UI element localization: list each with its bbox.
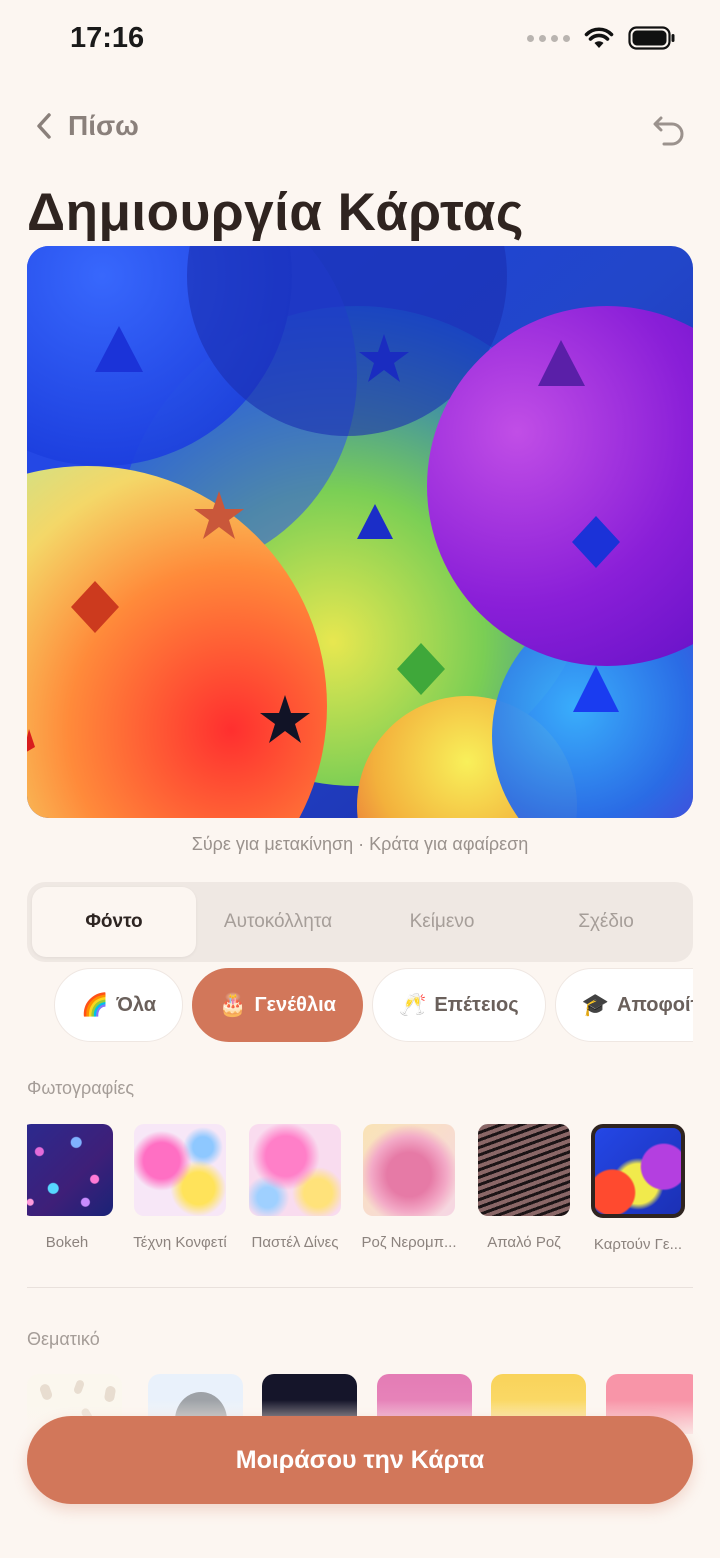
photo-thumbnail [249,1124,341,1216]
editor-tabs: Φόντο Αυτοκόλλητα Κείμενο Σχέδιο [27,882,693,962]
chip-all[interactable]: 🌈 Όλα [54,968,184,1042]
photo-item-cartoon-birthday[interactable]: Καρτούν Γε... [588,1124,688,1253]
navigation-bar: Πίσω [0,100,720,160]
photo-thumbnail [27,1124,113,1216]
photo-item-pink-watercolor[interactable]: Ροζ Νερομπ... [359,1124,459,1251]
canvas-hint: Σύρε για μετακίνηση · Κράτα για αφαίρεση [191,834,529,854]
photo-label: Καρτούν Γε... [593,1236,683,1253]
chip-label: Γενέθλια [254,993,336,1016]
battery-icon [628,26,675,50]
chip-label: Όλα [116,993,157,1016]
status-time: 17:16 [70,22,145,54]
status-icons [527,26,676,50]
photo-label: Bokeh [45,1234,89,1251]
photo-item-bokeh[interactable]: Bokeh [27,1124,117,1251]
rainbow-icon: 🌈 [81,992,109,1017]
champagne-glasses-icon: 🥂 [398,992,427,1017]
photo-label: Ροζ Νερομπ... [361,1234,457,1251]
photos-section-label: Φωτογραφίες [27,1078,135,1098]
section-divider [27,1287,693,1288]
themes-section-label: Θεματικό [27,1329,100,1349]
back-label: Πίσω [68,110,139,141]
photo-label: Παστέλ Δίνες [251,1234,339,1251]
tab-stickers[interactable]: Αυτοκόλλητα [196,887,360,957]
chevron-left-icon [37,113,51,139]
photo-item-confetti-art[interactable]: Τέχνη Κονφετί [130,1124,230,1251]
chip-label: Αποφοίτηση [617,993,693,1016]
photo-item-soft-pink[interactable]: Απαλό Ροζ [474,1124,574,1251]
back-button[interactable]: Πίσω [34,110,139,142]
cellular-signal-icon [527,34,570,42]
photo-backgrounds-list: Bokeh Τέχνη Κονφετί Παστέλ Δίνες Ροζ Νερ… [27,1124,693,1264]
photo-thumbnail [591,1124,685,1218]
undo-button[interactable] [652,114,686,151]
birthday-cake-icon: 🎂 [219,992,247,1017]
photo-label: Απαλό Ροζ [487,1234,561,1251]
chip-birthday[interactable]: 🎂 Γενέθλια [192,968,363,1042]
tab-text[interactable]: Κείμενο [360,887,524,957]
category-chips: 🌈 Όλα 🎂 Γενέθλια 🥂 Επέτειος 🎓 Αποφοίτηση [27,968,693,1046]
photo-thumbnail [478,1124,570,1216]
wifi-icon [584,27,614,48]
chip-graduation[interactable]: 🎓 Αποφοίτηση [554,968,693,1042]
photo-thumbnail [363,1124,455,1216]
graduation-cap-icon: 🎓 [581,992,610,1017]
tab-draw[interactable]: Σχέδιο [524,887,688,957]
page-title: Δημιουργία Κάρτας [27,183,524,242]
photo-item-pastel-swirls[interactable]: Παστέλ Δίνες [245,1124,345,1251]
card-background-image [27,246,693,818]
tab-background[interactable]: Φόντο [32,887,196,957]
share-card-button[interactable]: Μοιράσου την Κάρτα [27,1416,693,1504]
chip-anniversary[interactable]: 🥂 Επέτειος [371,968,546,1042]
status-bar: 17:16 [0,0,720,82]
chip-label: Επέτειος [434,993,519,1016]
photo-label: Τέχνη Κονφετί [133,1234,227,1251]
undo-icon [653,116,684,146]
photo-thumbnail [134,1124,226,1216]
card-canvas[interactable] [27,246,693,818]
